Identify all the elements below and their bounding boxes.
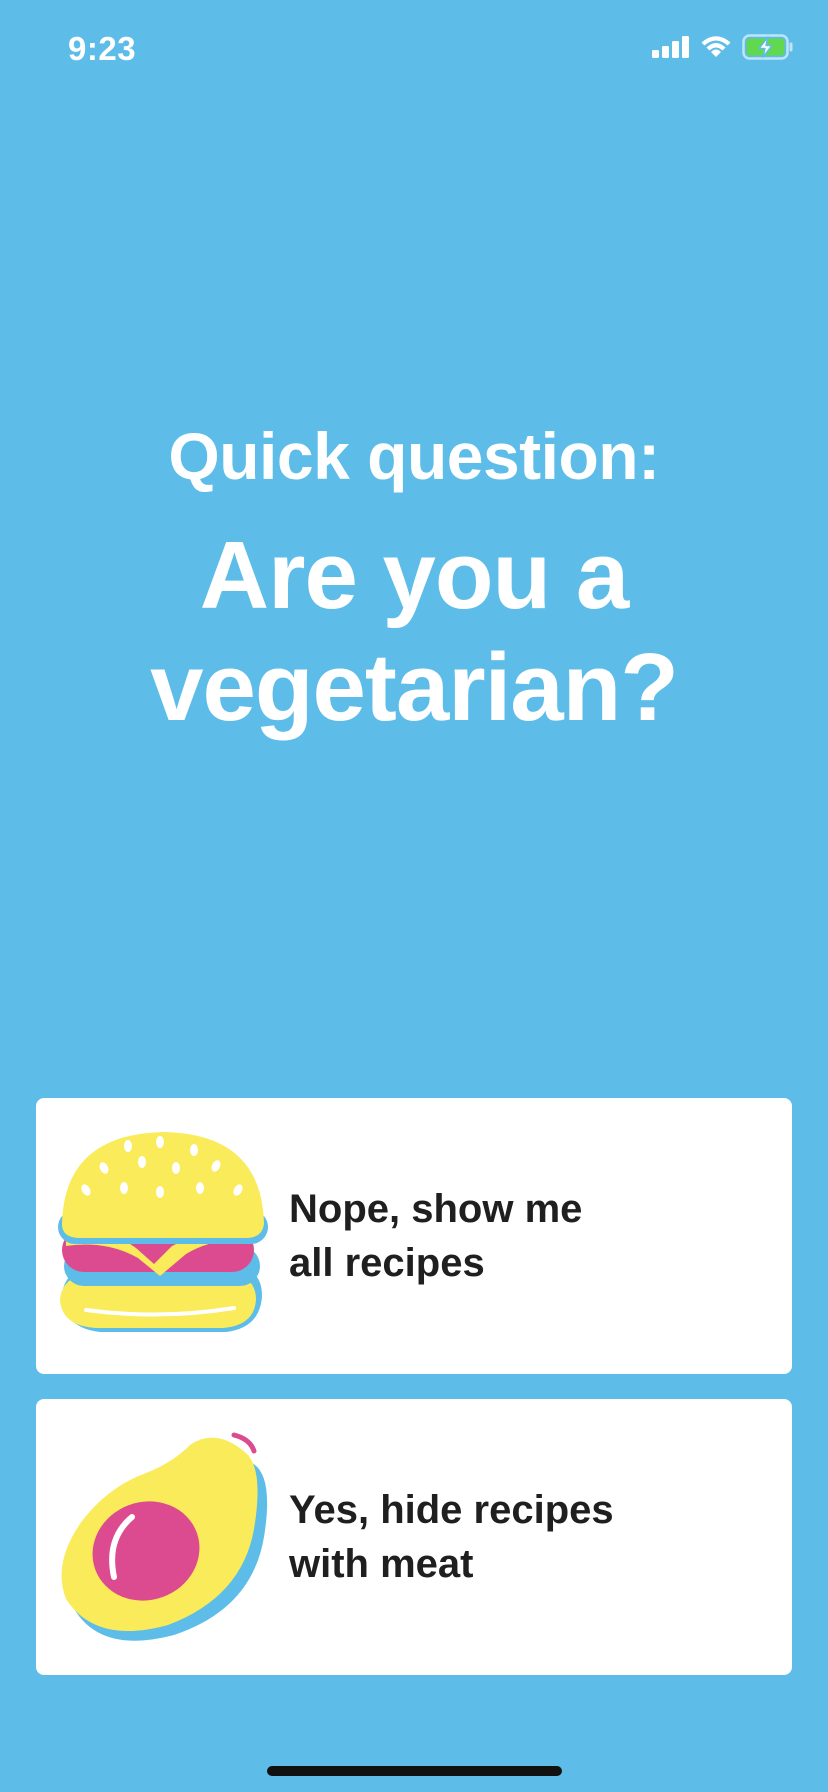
status-bar: 9:23	[0, 0, 828, 100]
home-indicator[interactable]	[267, 1766, 562, 1776]
status-time: 9:23	[68, 30, 137, 67]
prompt-question: Are you a vegetarian?	[150, 522, 679, 741]
option-show-all-recipes-label: Nope, show me all recipes	[289, 1187, 583, 1285]
option-hide-meat-recipes-label: Yes, hide recipes with meat	[289, 1488, 614, 1586]
onboarding-prompt: Quick question: Are you a vegetarian?	[0, 410, 828, 744]
avocado-icon	[56, 1429, 272, 1645]
battery-charging-icon	[742, 34, 794, 60]
status-icons	[652, 34, 794, 60]
burger-icon	[56, 1128, 272, 1344]
option-show-all-recipes-button[interactable]: Nope, show me all recipes	[36, 1098, 792, 1374]
wifi-icon	[700, 35, 732, 59]
cellular-signal-icon	[652, 36, 690, 58]
option-hide-meat-recipes-button[interactable]: Yes, hide recipes with meat	[36, 1399, 792, 1675]
prompt-kicker: Quick question:	[168, 419, 660, 493]
